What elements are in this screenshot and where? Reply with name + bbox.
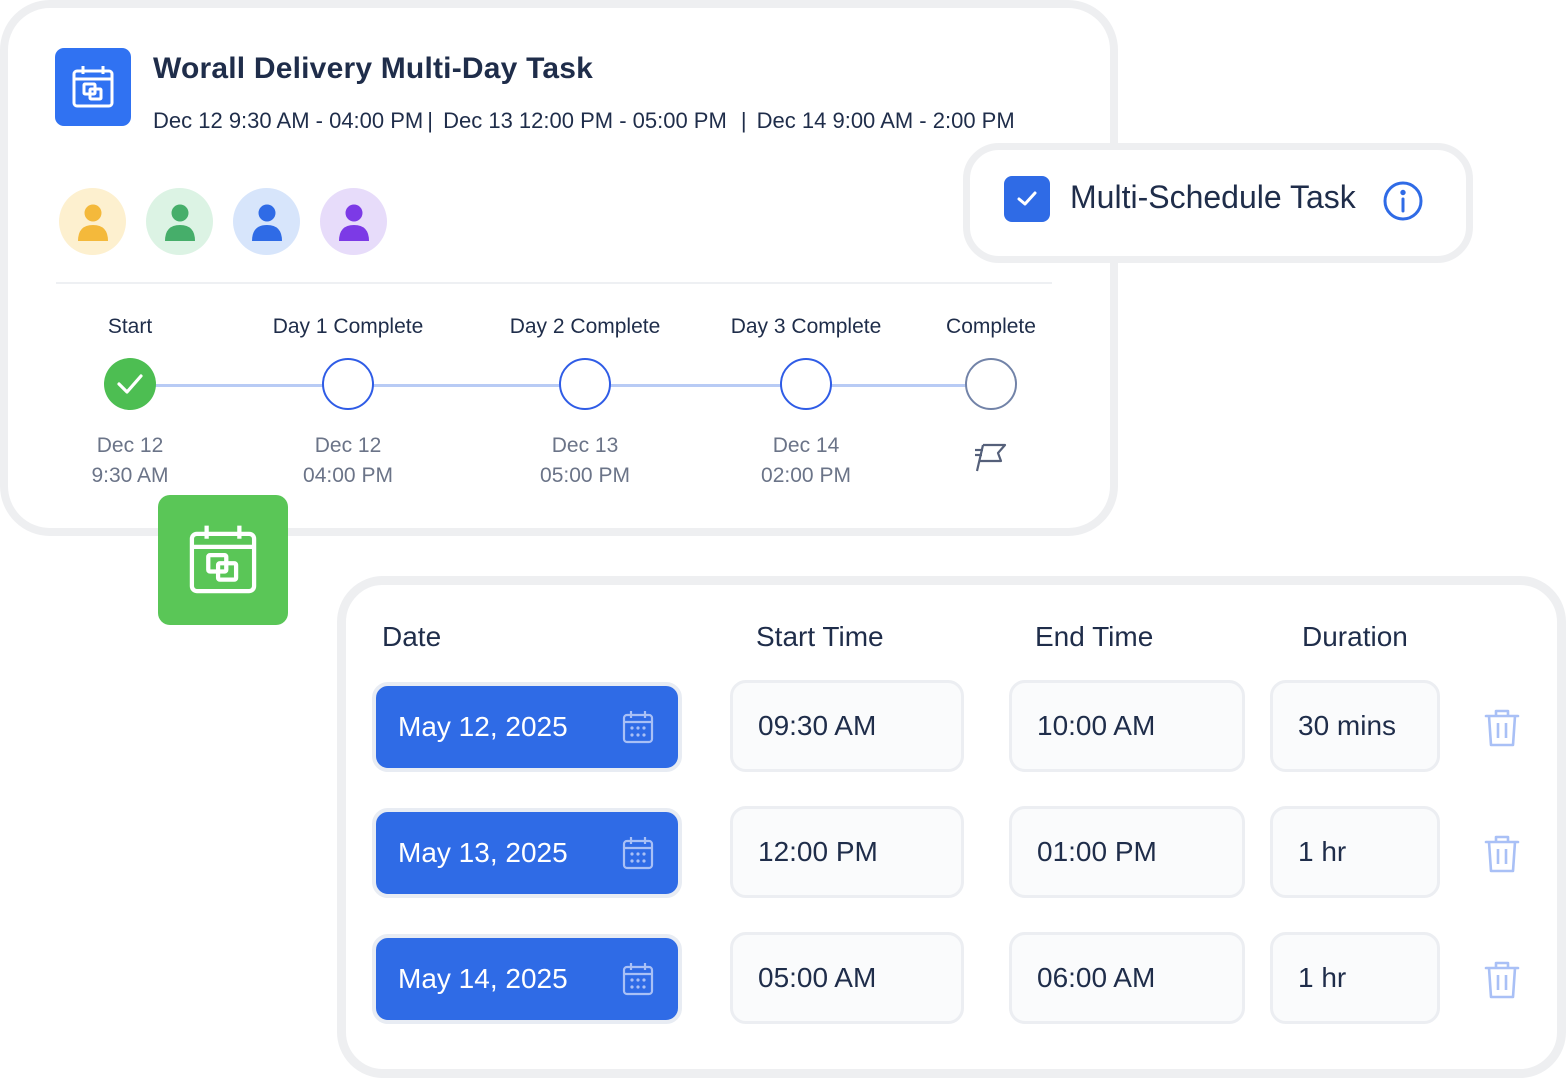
delete-row-icon[interactable] (1484, 708, 1520, 753)
step-datetime: Dec 12 9:30 AM (91, 431, 168, 491)
multi-schedule-label: Multi-Schedule Task (1070, 179, 1356, 215)
step-time: 02:00 PM (761, 464, 851, 487)
step-label: Day 2 Complete (509, 315, 661, 338)
step-node[interactable] (322, 358, 374, 410)
column-header-start-time: Start Time (756, 621, 884, 652)
date-picker-button[interactable]: May 13, 2025 (372, 808, 682, 898)
calendar-icon (622, 710, 654, 751)
step-datetime: Dec 14 02:00 PM (761, 431, 851, 491)
task-card: Worall Delivery Multi-Day Task Dec 12 9:… (0, 0, 1118, 536)
step-time: 04:00 PM (303, 464, 393, 487)
user-icon (338, 204, 369, 241)
step-datetime: Dec 13 05:00 PM (540, 431, 630, 491)
date-value: May 12, 2025 (398, 711, 568, 742)
duration-field[interactable]: 1 hr (1270, 932, 1440, 1024)
flag-icon (974, 441, 1008, 478)
start-time-field[interactable]: 09:30 AM (730, 680, 964, 772)
column-header-date: Date (382, 621, 442, 652)
user-avatar-yellow[interactable] (59, 188, 126, 255)
calendar-app-icon (55, 48, 131, 126)
user-avatar-purple[interactable] (320, 188, 387, 255)
step-time: 05:00 PM (540, 464, 630, 487)
step-label: Day 1 Complete (272, 315, 424, 338)
column-header-end-time: End Time (1035, 621, 1154, 652)
step-date: Dec 12 (314, 434, 382, 457)
user-avatar-green[interactable] (146, 188, 213, 255)
date-picker-button[interactable]: May 12, 2025 (372, 682, 682, 772)
user-avatar-blue[interactable] (233, 188, 300, 255)
step-time: 9:30 AM (91, 464, 169, 487)
column-header-duration: Duration (1302, 621, 1408, 652)
multi-day-calendar-icon (158, 495, 288, 625)
start-time-field[interactable]: 05:00 AM (730, 932, 964, 1024)
delete-row-icon[interactable] (1484, 960, 1520, 1005)
duration-field[interactable]: 1 hr (1270, 806, 1440, 898)
schedule-table-card: Date Start Time End Time Duration May 12… (337, 576, 1566, 1078)
step-label: Start (107, 315, 153, 338)
date-picker-button[interactable]: May 14, 2025 (372, 934, 682, 1024)
user-icon (251, 204, 282, 241)
end-time-field[interactable]: 01:00 PM (1009, 806, 1245, 898)
date-value: May 14, 2025 (398, 963, 568, 994)
date-separator: | (740, 108, 747, 133)
delete-row-icon[interactable] (1484, 834, 1520, 879)
step-node[interactable] (965, 358, 1017, 410)
task-date-range-3: Dec 14 9:00 AM - 2:00 PM (756, 108, 1015, 133)
duration-field[interactable]: 30 mins (1270, 680, 1440, 772)
user-icon (164, 204, 195, 241)
step-date: Dec 14 (772, 434, 840, 457)
step-datetime: Dec 12 04:00 PM (303, 431, 393, 491)
info-icon[interactable] (1382, 180, 1424, 227)
step-node[interactable] (559, 358, 611, 410)
end-time-field[interactable]: 06:00 AM (1009, 932, 1245, 1024)
task-date-range-1: Dec 12 9:30 AM - 04:00 PM (153, 108, 424, 133)
multi-schedule-card: Multi-Schedule Task (963, 143, 1473, 263)
calendar-icon (622, 836, 654, 877)
multi-schedule-checkbox[interactable] (1004, 176, 1050, 222)
step-node-completed[interactable] (104, 358, 156, 410)
task-title: Worall Delivery Multi-Day Task (153, 52, 594, 85)
step-date: Dec 12 (96, 434, 164, 457)
user-icon (77, 204, 108, 241)
end-time-field[interactable]: 10:00 AM (1009, 680, 1245, 772)
checkmark-icon (117, 374, 143, 394)
date-separator: | (427, 108, 433, 133)
step-label: Day 3 Complete (730, 315, 882, 338)
step-label: Complete (946, 315, 1036, 338)
calendar-icon (622, 962, 654, 1003)
task-dates: Dec 12 9:30 AM - 04:00 PM | Dec 13 12:00 … (153, 108, 1015, 134)
step-node[interactable] (780, 358, 832, 410)
divider (56, 282, 1052, 284)
date-value: May 13, 2025 (398, 837, 568, 868)
step-date: Dec 13 (551, 434, 619, 457)
start-time-field[interactable]: 12:00 PM (730, 806, 964, 898)
task-date-range-2: Dec 13 12:00 PM - 05:00 PM (443, 108, 727, 133)
